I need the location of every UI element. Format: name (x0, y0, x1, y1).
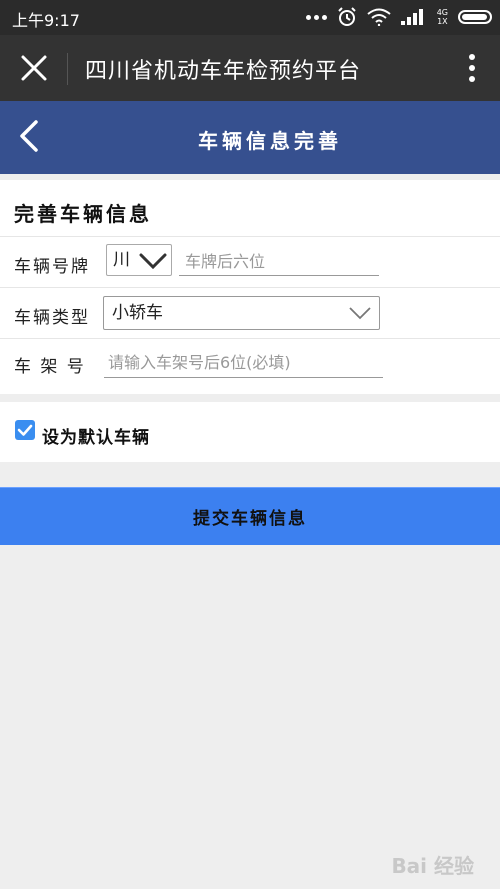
network-bottom-label: 1X (437, 17, 448, 26)
title-separator (67, 53, 68, 85)
page-header: 车辆信息完善 (0, 101, 500, 174)
type-label: 车辆类型 (14, 308, 90, 328)
divider (0, 338, 500, 339)
page-title: 车辆信息完善 (198, 129, 342, 153)
close-icon[interactable] (20, 54, 48, 82)
province-select[interactable]: 川 (106, 244, 172, 276)
network-type: 4G 1X (437, 8, 448, 26)
chevron-down-icon (349, 307, 371, 320)
title-bar: 四川省机动车年检预约平台 (0, 35, 500, 101)
battery-icon (458, 10, 492, 24)
divider (0, 287, 500, 288)
status-bar: 上午9:17 4G 1X (0, 0, 500, 35)
default-vehicle-checkbox[interactable] (15, 420, 35, 440)
chevron-down-icon (139, 253, 167, 270)
vehicle-type-value: 小轿车 (112, 303, 163, 323)
status-icons: 4G 1X (305, 6, 492, 28)
default-vehicle-row: 设为默认车辆 (0, 402, 500, 462)
alarm-icon (337, 7, 356, 26)
province-value: 川 (113, 250, 130, 270)
form-section-title: 完善车辆信息 (14, 202, 152, 226)
wifi-icon (367, 8, 391, 26)
plate-label: 车辆号牌 (14, 257, 90, 277)
more-menu-icon[interactable] (468, 53, 476, 83)
network-top-label: 4G (436, 8, 448, 17)
submit-vehicle-button[interactable]: 提交车辆信息 (0, 487, 500, 545)
app-title: 四川省机动车年检预约平台 (85, 59, 362, 84)
frame-label: 车 架 号 (14, 357, 86, 377)
frame-number-input[interactable] (104, 348, 383, 378)
signal-icon (400, 9, 423, 25)
default-vehicle-label: 设为默认车辆 (42, 428, 150, 448)
plate-input[interactable] (179, 248, 379, 276)
more-notifications-icon (305, 14, 327, 20)
vehicle-type-select[interactable]: 小轿车 (103, 296, 380, 330)
divider (0, 236, 500, 237)
watermark-logo: Bai 经验 (391, 854, 474, 878)
checkmark-icon (17, 424, 33, 436)
status-time: 上午9:17 (12, 11, 80, 30)
